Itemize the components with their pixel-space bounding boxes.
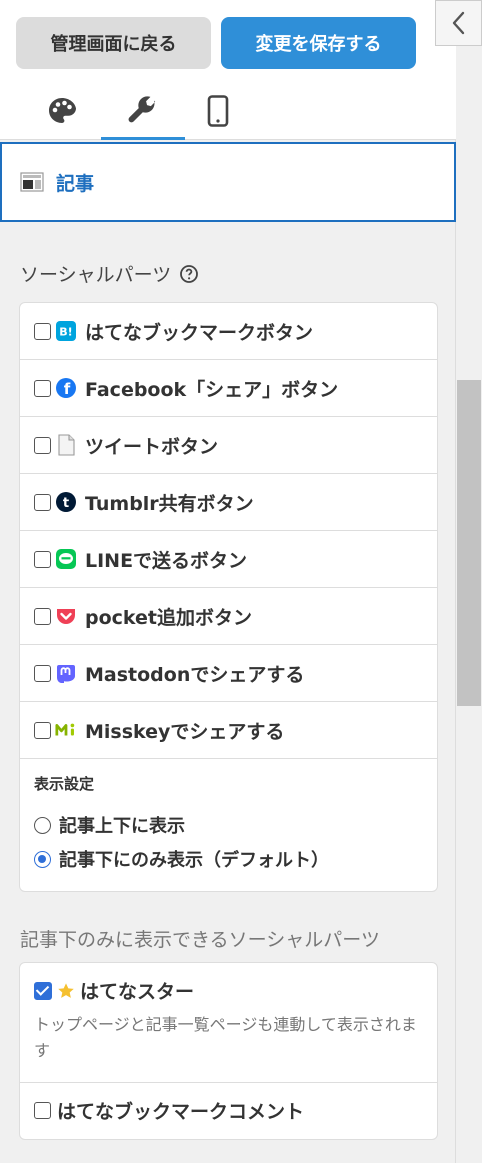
hatena-bookmark-icon: B! (55, 320, 77, 342)
star-icon (56, 980, 76, 1002)
wrench-icon (128, 95, 156, 122)
list-item[interactable]: Mastodonでシェアする (20, 645, 437, 702)
star-row: はてなスター (34, 977, 423, 1004)
radio-label: 記事下にのみ表示（デフォルト） (59, 850, 329, 871)
checkbox[interactable] (34, 721, 51, 739)
list-item[interactable]: LINEで送るボタン (20, 531, 437, 588)
social-parts-heading-text: ソーシャルパーツ (20, 264, 172, 286)
radio-option[interactable]: 記事上下に表示 (34, 808, 423, 842)
list-item[interactable]: ツイートボタン (20, 417, 437, 474)
tab-mobile[interactable] (176, 82, 260, 140)
customize-panel: 管理画面に戻る 変更を保存する 記事 ソーシャルパーツ B! はてなブックマーク… (0, 0, 456, 1163)
line-icon (55, 548, 77, 570)
checkbox[interactable] (34, 664, 51, 682)
section-header-article[interactable]: 記事 (0, 142, 456, 222)
radio-option[interactable]: 記事下にのみ表示（デフォルト） (34, 842, 423, 876)
checkbox[interactable] (34, 379, 51, 397)
item-label: Facebook「シェア」ボタン (85, 378, 339, 401)
save-changes-button[interactable]: 変更を保存する (221, 17, 416, 69)
item-label: Tumblr共有ボタン (85, 492, 254, 515)
display-settings: 表示設定 記事上下に表示 記事下にのみ表示（デフォルト） (20, 759, 437, 894)
list-item[interactable]: pocket追加ボタン (20, 588, 437, 645)
help-icon[interactable] (179, 264, 199, 284)
tab-design[interactable] (20, 82, 104, 140)
list-item[interactable]: はてなスター トップページと記事一覧ページも連動して表示されます (20, 963, 437, 1083)
radio-label: 記事上下に表示 (59, 816, 185, 837)
collapse-panel-button[interactable] (435, 0, 482, 46)
bottom-only-heading: 記事下のみに表示できるソーシャルパーツ (20, 929, 380, 951)
pocket-icon (55, 605, 77, 627)
checkbox[interactable] (34, 493, 51, 511)
document-icon (55, 434, 77, 456)
list-item[interactable]: f Facebook「シェア」ボタン (20, 360, 437, 417)
item-label: Misskeyでシェアする (85, 720, 285, 743)
facebook-icon: f (55, 377, 77, 399)
svg-text:B!: B! (59, 326, 72, 339)
display-settings-heading: 表示設定 (34, 775, 95, 793)
palette-icon (49, 98, 76, 123)
article-layout-icon (20, 172, 44, 192)
social-parts-heading: ソーシャルパーツ (20, 260, 199, 287)
mastodon-icon (55, 662, 77, 684)
radio-button[interactable] (34, 816, 51, 834)
item-label: はてなブックマークコメント (57, 1101, 305, 1123)
top-toolbar: 管理画面に戻る 変更を保存する (0, 0, 456, 140)
tab-settings[interactable] (101, 82, 185, 140)
bottom-only-card: はてなスター トップページと記事一覧ページも連動して表示されます はてなブックマ… (19, 962, 438, 1140)
section-title: 記事 (56, 172, 95, 195)
list-item[interactable]: B! はてなブックマークボタン (20, 303, 437, 360)
scrollbar-thumb[interactable] (457, 380, 481, 706)
list-item[interactable]: Misskeyでシェアする (20, 702, 437, 759)
list-item[interactable]: t Tumblr共有ボタン (20, 474, 437, 531)
tumblr-icon: t (55, 491, 77, 513)
svg-text:t: t (63, 496, 69, 511)
item-label: はてなブックマークボタン (85, 321, 314, 344)
item-label: pocket追加ボタン (85, 606, 253, 629)
item-label: Mastodonでシェアする (85, 663, 305, 686)
checkbox[interactable] (34, 981, 52, 1000)
misskey-icon (55, 719, 77, 741)
item-label: ツイートボタン (85, 435, 219, 458)
item-label: はてなスター (80, 981, 195, 1003)
star-note: トップページと記事一覧ページも連動して表示されます (34, 1015, 417, 1060)
list-item[interactable]: はてなブックマークコメント (20, 1083, 437, 1138)
back-to-admin-button[interactable]: 管理画面に戻る (16, 17, 211, 69)
radio-button[interactable] (34, 850, 51, 868)
checkbox[interactable] (34, 607, 51, 625)
svg-text:f: f (64, 380, 71, 398)
checkbox[interactable] (34, 436, 51, 454)
checkbox[interactable] (34, 1102, 51, 1119)
smartphone-icon (207, 95, 229, 127)
item-label: LINEで送るボタン (85, 549, 248, 572)
checkbox[interactable] (34, 322, 51, 340)
chevron-left-icon (452, 11, 464, 35)
social-parts-card: B! はてなブックマークボタン f Facebook「シェア」ボタン ツイートボ… (19, 302, 438, 892)
checkbox[interactable] (34, 550, 51, 568)
